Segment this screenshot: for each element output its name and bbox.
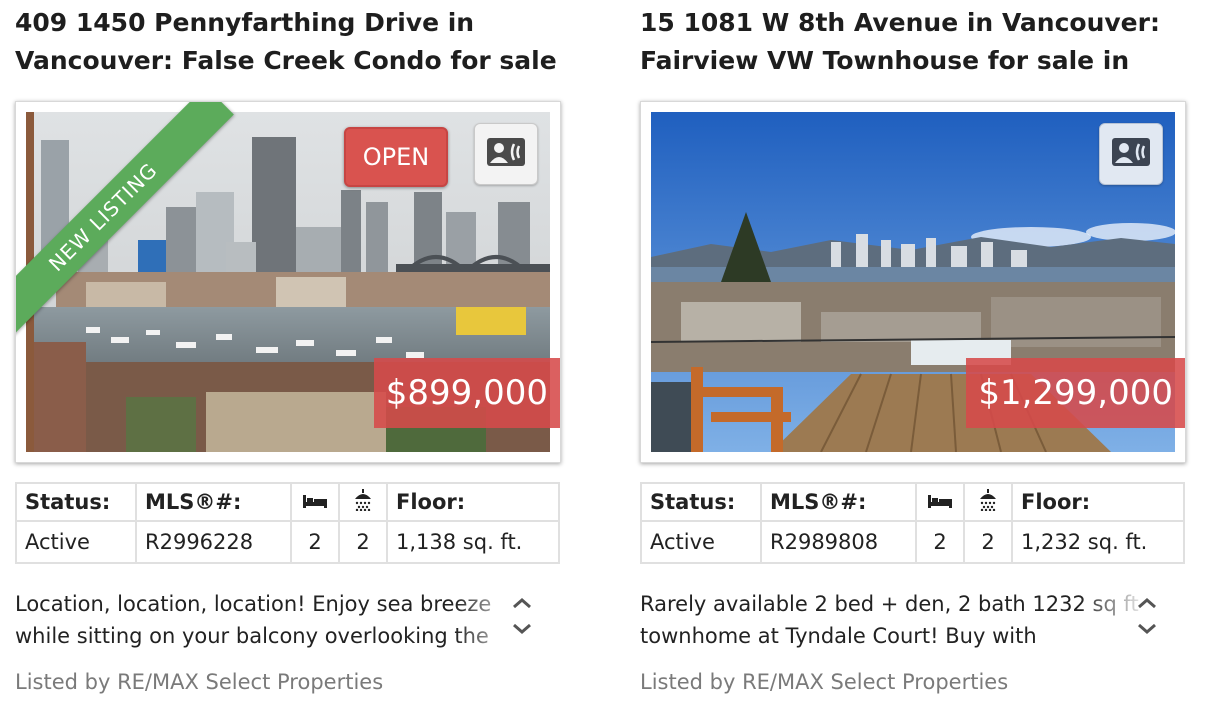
price-tag: $899,000 — [373, 358, 560, 428]
status-value: Active — [15, 520, 137, 564]
floor-header: Floor: — [386, 482, 560, 522]
status-value: Active — [640, 520, 762, 564]
shower-icon — [352, 488, 374, 516]
contact-card-icon — [486, 137, 526, 171]
description-line: while sitting on your balcony overlookin… — [15, 624, 489, 648]
description-line: Location, location, location! Enjoy sea … — [15, 592, 492, 616]
listing-card: 15 1081 W 8th Avenue in Vancouver: Fairv… — [640, 0, 1186, 694]
bedrooms-header — [290, 482, 340, 522]
open-house-badge[interactable]: OPEN — [344, 127, 448, 187]
floor-area-value: 1,232 sq. ft. — [1011, 520, 1185, 564]
bedrooms-value: 2 — [290, 520, 340, 564]
title-line[interactable]: 409 1450 Pennyfarthing Drive in — [15, 4, 561, 42]
bathrooms-header — [338, 482, 388, 522]
status-header: Status: — [640, 482, 762, 522]
bathrooms-value: 2 — [338, 520, 388, 564]
contact-agent-button[interactable] — [1099, 123, 1163, 185]
listing-description: Rarely available 2 bed + den, 2 bath 123… — [640, 588, 1140, 652]
bedrooms-value: 2 — [915, 520, 965, 564]
contact-agent-button[interactable] — [474, 123, 538, 185]
listing-title[interactable]: 409 1450 Pennyfarthing Drive in Vancouve… — [15, 4, 561, 82]
listing-details-table: Status: MLS®#: Floor: Active R2989808 2 … — [640, 482, 1185, 564]
description-line: Rarely available 2 bed + den, 2 bath 123… — [640, 592, 1139, 616]
price-tag: $1,299,000 — [966, 358, 1185, 428]
mls-value: R2996228 — [135, 520, 292, 564]
listing-details-table: Status: MLS®#: Floor: Active R2996228 2 … — [15, 482, 560, 564]
listing-photo-frame[interactable]: $1,299,000 — [640, 101, 1186, 463]
title-line[interactable]: 15 1081 W 8th Avenue in Vancouver: — [640, 4, 1186, 42]
status-header: Status: — [15, 482, 137, 522]
listing-photo-frame[interactable]: NEW LISTING OPEN $899,000 — [15, 101, 561, 463]
floor-header: Floor: — [1011, 482, 1185, 522]
floor-area-value: 1,138 sq. ft. — [386, 520, 560, 564]
listing-description: Location, location, location! Enjoy sea … — [15, 588, 515, 652]
description-line: townhome at Tyndale Court! Buy with — [640, 624, 1037, 648]
listing-card: 409 1450 Pennyfarthing Drive in Vancouve… — [15, 0, 561, 694]
listed-by: Listed by RE/MAX Select Properties — [640, 670, 1009, 694]
bed-icon — [927, 490, 953, 514]
shower-icon — [977, 488, 999, 516]
contact-card-icon — [1111, 137, 1151, 171]
bed-icon — [302, 490, 328, 514]
title-line[interactable]: Fairview VW Townhouse for sale in — [640, 42, 1186, 80]
mls-header: MLS®#: — [760, 482, 917, 522]
mls-header: MLS®#: — [135, 482, 292, 522]
mls-value: R2989808 — [760, 520, 917, 564]
bedrooms-header — [915, 482, 965, 522]
description-scroll-control[interactable] — [511, 596, 533, 642]
description-scroll-control[interactable] — [1136, 596, 1158, 642]
bathrooms-value: 2 — [963, 520, 1013, 564]
listed-by: Listed by RE/MAX Select Properties — [15, 670, 384, 694]
bathrooms-header — [963, 482, 1013, 522]
title-line[interactable]: Vancouver: False Creek Condo for sale — [15, 42, 561, 80]
listing-title[interactable]: 15 1081 W 8th Avenue in Vancouver: Fairv… — [640, 4, 1186, 82]
